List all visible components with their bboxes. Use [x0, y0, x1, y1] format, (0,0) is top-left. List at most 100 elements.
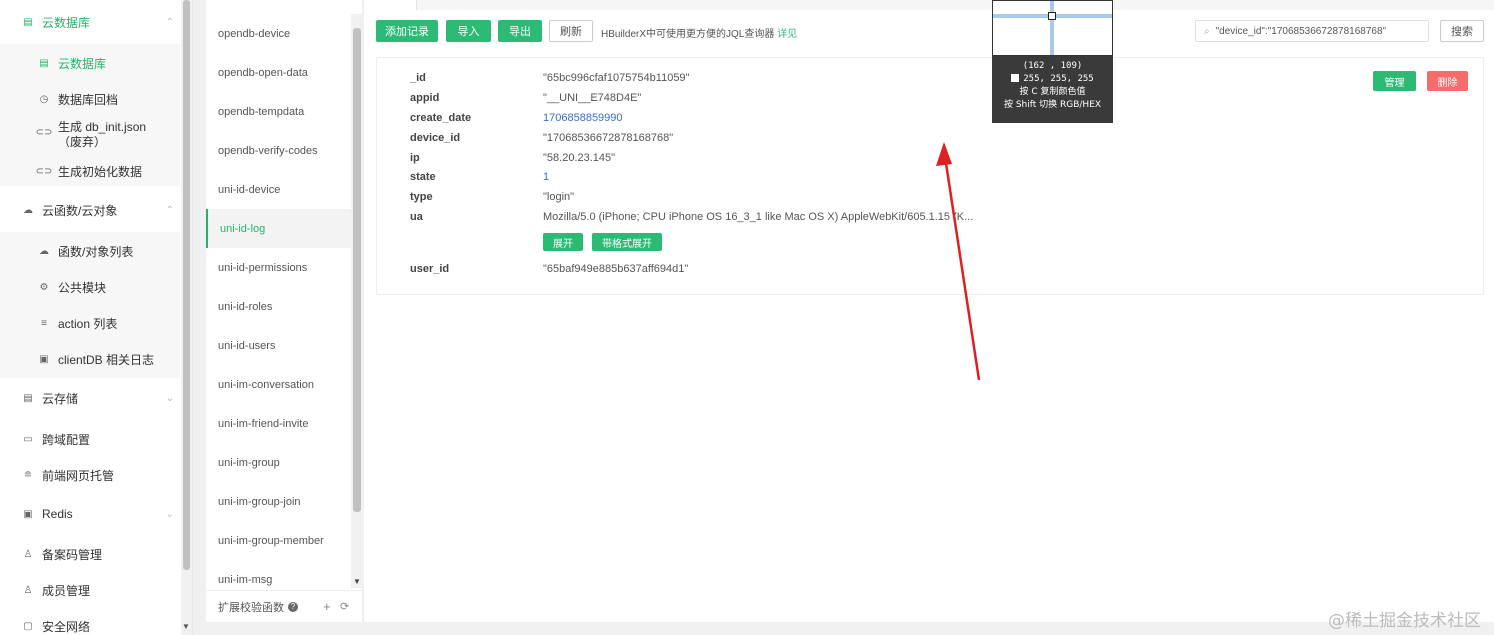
nav-item-cloud-functions[interactable]: ☁ 云函数/云对象 ⌃	[0, 200, 180, 220]
collection-item[interactable]: uni-im-group	[206, 443, 351, 482]
tab-strip	[416, 0, 1494, 10]
collection-item[interactable]: uni-id-device	[206, 170, 351, 209]
watermark: @稀土掘金技术社区	[1328, 611, 1481, 631]
main-panel: 添加记录 导入 导出 刷新 HBuilderX中可使用更方便的JQL查询器 详见…	[364, 0, 1494, 622]
nav-item-cors[interactable]: ▭ 跨域配置	[0, 429, 180, 449]
extension-validate-label: 扩展校验函数	[218, 601, 284, 614]
nav-item-label: clientDB 相关日志	[58, 352, 155, 367]
nav-item-action-list[interactable]: ≡ action 列表	[0, 313, 180, 333]
collection-item[interactable]: uni-id-permissions	[206, 248, 351, 287]
collection-item[interactable]: uni-im-group-member	[206, 521, 351, 560]
nav-item-cloud-storage[interactable]: ▤ 云存储 ⌄	[0, 388, 180, 408]
nav-item-label: 云存储	[42, 391, 79, 406]
collection-item[interactable]: uni-id-log	[206, 209, 351, 248]
crosshair-vertical	[1050, 1, 1054, 55]
field-key: user_id	[410, 263, 450, 275]
cors-icon: ▭	[23, 433, 33, 445]
collection-item[interactable]: uni-im-friend-invite	[206, 404, 351, 443]
nav-item-label: 公共模块	[58, 280, 107, 295]
field-key: state	[410, 171, 436, 183]
nav-item-security[interactable]: ▢ 安全网络	[0, 616, 180, 635]
magnifier-copy-hint: 按 C 复制颜色值	[1019, 87, 1086, 97]
nav-scrollbar[interactable]: ▼	[181, 0, 192, 635]
search-icon: ⌕	[1204, 25, 1210, 37]
collection-scrollbar[interactable]: ▼	[351, 14, 363, 588]
field-value[interactable]: "__UNI__E748D4E"	[543, 92, 641, 104]
nav-item-icp-code[interactable]: ♙ 备案码管理	[0, 544, 180, 564]
nav-item-gen-init-data[interactable]: ⊂⊃ 生成初始化数据	[0, 161, 180, 181]
magnifier-zoom	[992, 0, 1113, 56]
collection-scrollbar-thumb[interactable]	[353, 28, 361, 512]
nav-scrollbar-thumb[interactable]	[183, 0, 190, 570]
chevron-up-icon: ⌃	[165, 204, 174, 216]
chevron-down-icon: ⌄	[165, 508, 174, 520]
storage-icon: ▤	[23, 392, 33, 404]
magnifier-info: (162 , 109) 255, 255, 255 按 C 复制颜色值 按 Sh…	[992, 56, 1113, 123]
field-value[interactable]: "login"	[543, 191, 574, 203]
collection-item[interactable]: opendb-open-data	[206, 53, 351, 92]
scroll-down-icon[interactable]: ▼	[182, 622, 190, 631]
nav-item-label: 云数据库	[42, 15, 91, 30]
add-icon[interactable]: +	[323, 599, 331, 614]
help-icon[interactable]: ?	[288, 601, 298, 612]
search-button[interactable]: 搜索	[1440, 20, 1484, 42]
nav-item-label: action 列表	[58, 316, 118, 331]
nav-item-db-rollback[interactable]: ◷ 数据库回档	[0, 89, 180, 109]
collection-item[interactable]: uni-im-group-join	[206, 482, 351, 521]
jql-hint-text: HBuilderX中可使用更方便的JQL查询器	[601, 29, 775, 40]
field-value[interactable]: 1706858859990	[543, 112, 623, 124]
user-icon: ♙	[23, 584, 33, 596]
link-icon: ⊂⊃	[35, 165, 53, 177]
nav-item-members[interactable]: ♙ 成员管理	[0, 580, 180, 600]
user-icon: ♙	[23, 548, 33, 560]
export-button[interactable]: 导出	[498, 20, 542, 42]
database-icon: ▤	[23, 16, 33, 28]
collection-item[interactable]: uni-id-users	[206, 326, 351, 365]
import-button[interactable]: 导入	[446, 20, 491, 42]
nav-item-web-hosting[interactable]: ≘ 前端网页托管	[0, 465, 180, 485]
scroll-down-icon[interactable]: ▼	[353, 577, 361, 586]
log-icon: ▣	[39, 353, 49, 365]
field-value[interactable]: "65bc996cfaf1075754b11059"	[543, 72, 689, 84]
collection-item[interactable]: opendb-device	[206, 14, 351, 53]
nav-item-gen-db-init[interactable]: ⊂⊃ 生成 db_init.json（废弃）	[0, 120, 180, 152]
field-value[interactable]: "17068536672878168768"	[543, 132, 673, 144]
field-value[interactable]: 1	[543, 171, 549, 183]
field-value[interactable]: "58.20.23.145"	[543, 152, 615, 164]
delete-button[interactable]: 删除	[1427, 71, 1468, 91]
jql-hint: HBuilderX中可使用更方便的JQL查询器 详见	[601, 25, 797, 40]
hosting-icon: ≘	[23, 469, 33, 481]
add-record-button[interactable]: 添加记录	[376, 20, 438, 42]
refresh-button[interactable]: 刷新	[549, 20, 593, 42]
nav-item-redis[interactable]: ▣ Redis ⌄	[0, 504, 180, 524]
nav-item-label: 云函数/云对象	[42, 203, 118, 218]
collection-item[interactable]: uni-id-roles	[206, 287, 351, 326]
collection-item[interactable]: opendb-verify-codes	[206, 131, 351, 170]
nav-item-cloud-db[interactable]: ▤ 云数据库 ⌃	[0, 12, 180, 32]
field-key: create_date	[410, 112, 472, 124]
list-icon: ≡	[41, 317, 47, 329]
history-icon: ◷	[39, 93, 49, 105]
nav-item-label: 生成初始化数据	[58, 164, 143, 179]
shield-icon: ▢	[23, 620, 33, 632]
nav-item-label: 成员管理	[42, 583, 91, 598]
magnifier-switch-hint: 按 Shift 切换 RGB/HEX	[1003, 100, 1102, 110]
left-nav: ▤ 云数据库 ⌃ ▤ 云数据库 ◷ 数据库回档 ⊂⊃ 生成 db_init.js…	[0, 0, 193, 635]
field-value[interactable]: "65baf949e885b637aff694d1"	[543, 263, 688, 275]
manage-button[interactable]: 管理	[1373, 71, 1416, 91]
jql-hint-link[interactable]: 详见	[777, 29, 797, 40]
nav-item-cloud-db-sub[interactable]: ▤ 云数据库	[0, 53, 180, 73]
refresh-icon[interactable]: ⟳	[340, 600, 349, 613]
search-input[interactable]: ⌕ "device_id":"17068536672878168768"	[1195, 20, 1429, 42]
nav-item-clientdb-logs[interactable]: ▣ clientDB 相关日志	[0, 349, 180, 369]
expand-button[interactable]: 展开	[543, 233, 583, 251]
format-expand-button[interactable]: 带格式展开	[592, 233, 662, 251]
nav-item-common-modules[interactable]: ⚙ 公共模块	[0, 277, 180, 297]
link-icon: ⊂⊃	[35, 126, 53, 138]
nav-item-label: 数据库回档	[58, 92, 119, 107]
field-value[interactable]: Mozilla/5.0 (iPhone; CPU iPhone OS 16_3_…	[543, 211, 973, 223]
nav-item-function-list[interactable]: ☁ 函数/对象列表	[0, 241, 180, 261]
annotation-arrow-shaft	[942, 149, 981, 381]
collection-item[interactable]: uni-im-conversation	[206, 365, 351, 404]
collection-item[interactable]: opendb-tempdata	[206, 92, 351, 131]
